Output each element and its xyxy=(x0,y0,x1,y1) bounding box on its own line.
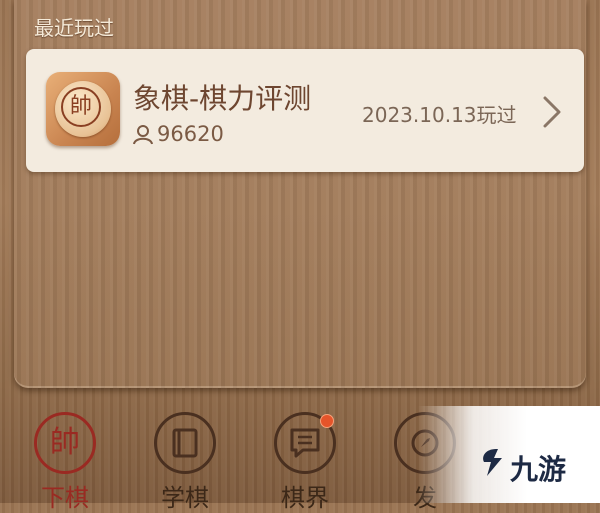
watermark-text: 九游 xyxy=(510,453,567,486)
jiuyou-logo-icon xyxy=(483,449,502,476)
chess-shuai-piece-icon: 帥 xyxy=(46,72,120,146)
book-icon xyxy=(154,412,216,474)
section-title: 最近玩过 xyxy=(34,16,114,40)
person-icon xyxy=(133,125,153,145)
tab-play[interactable]: 帥 下棋 xyxy=(30,410,100,512)
tab-community[interactable]: 棋界 xyxy=(270,410,340,512)
tab-play-label: 下棋 xyxy=(41,484,89,512)
notification-badge xyxy=(320,414,334,428)
recent-game-card[interactable]: 帥 象棋-棋力评测 96620 2023.10.13玩过 xyxy=(26,49,584,172)
player-count: 96620 xyxy=(132,122,224,146)
last-played-date: 2023.10.13玩过 xyxy=(362,103,517,127)
watermark: 九游 xyxy=(418,406,600,503)
tab-learn[interactable]: 学棋 xyxy=(150,410,220,512)
tab-learn-label: 学棋 xyxy=(161,484,209,512)
player-count-value: 96620 xyxy=(157,122,224,146)
game-title: 象棋-棋力评测 xyxy=(133,82,312,115)
chevron-right-icon[interactable] xyxy=(541,95,563,129)
tab-community-label: 棋界 xyxy=(281,484,329,512)
shuai-piece-icon: 帥 xyxy=(34,412,96,474)
